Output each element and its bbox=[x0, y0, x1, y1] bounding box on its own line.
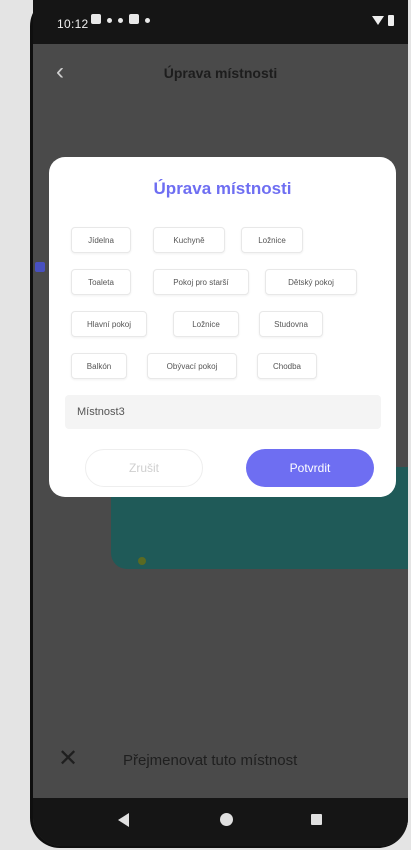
room-chip[interactable]: Studovna bbox=[259, 311, 323, 337]
notification-icons bbox=[91, 14, 150, 24]
room-chip[interactable]: Toaleta bbox=[71, 269, 131, 295]
close-icon[interactable]: ✕ bbox=[55, 746, 81, 772]
nav-back-icon[interactable] bbox=[118, 813, 129, 827]
bottom-action-bar: ✕ Přejmenovat tuto místnost bbox=[33, 722, 408, 798]
room-chip[interactable]: Balkón bbox=[71, 353, 127, 379]
status-bar: 10:12 bbox=[33, 0, 408, 44]
room-name-input[interactable] bbox=[65, 395, 381, 429]
fan-icon bbox=[118, 18, 123, 23]
map-point-icon bbox=[138, 557, 146, 565]
dot-icon bbox=[107, 18, 112, 23]
page-title: Úprava místnosti bbox=[163, 65, 278, 81]
room-chip[interactable]: Obývací pokoj bbox=[147, 353, 237, 379]
system-status-icons bbox=[372, 15, 394, 26]
rename-room-label: Přejmenovat tuto místnost bbox=[123, 752, 298, 769]
room-chip[interactable]: Pokoj pro starší bbox=[153, 269, 249, 295]
mail-icon bbox=[129, 14, 139, 24]
room-chip[interactable]: Kuchyně bbox=[153, 227, 225, 253]
room-chip[interactable]: Chodba bbox=[257, 353, 317, 379]
more-dot-icon bbox=[145, 18, 150, 23]
room-chip[interactable]: Jídelna bbox=[71, 227, 131, 253]
nav-home-icon[interactable] bbox=[220, 813, 233, 826]
room-edit-dialog: Úprava místnosti Jídelna Kuchyně Ložnice… bbox=[49, 157, 396, 497]
room-chip[interactable]: Dětský pokoj bbox=[265, 269, 357, 295]
battery-icon bbox=[388, 15, 394, 26]
cancel-button[interactable]: Zrušit bbox=[85, 449, 203, 487]
map-room-marker bbox=[35, 262, 45, 272]
room-chip[interactable]: Ložnice bbox=[241, 227, 303, 253]
wifi-icon bbox=[372, 16, 384, 25]
app-notification-icon bbox=[91, 14, 101, 24]
confirm-button[interactable]: Potvrdit bbox=[246, 449, 374, 487]
nav-recents-icon[interactable] bbox=[311, 814, 322, 825]
room-chip[interactable]: Hlavní pokoj bbox=[71, 311, 147, 337]
status-time: 10:12 bbox=[57, 17, 89, 31]
system-nav-bar bbox=[33, 798, 408, 846]
dialog-title: Úprava místnosti bbox=[153, 179, 292, 198]
room-chip[interactable]: Ložnice bbox=[173, 311, 239, 337]
app-header: ‹ Úprava místnosti bbox=[33, 44, 408, 102]
app-screen: 10:12 ‹ Úprava místnosti ✕ Přejmenovat t… bbox=[33, 0, 408, 846]
